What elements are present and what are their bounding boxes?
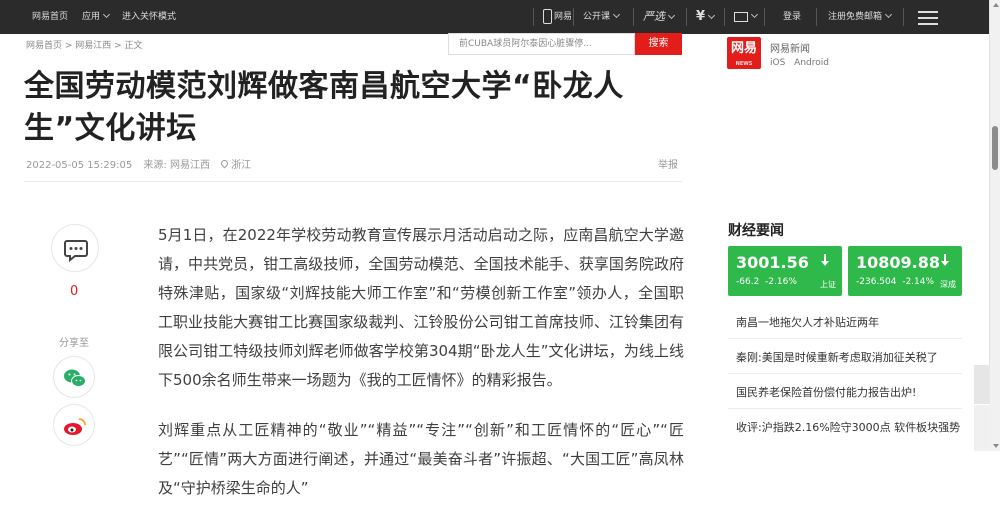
nav-login-link[interactable]: 登录 — [783, 0, 801, 34]
nav-divider — [816, 8, 817, 26]
nav-mobile-label: 网易 — [554, 12, 573, 22]
nav-open-course-label: 公开课 — [583, 12, 611, 22]
nav-apps-label: 应用 — [82, 12, 101, 22]
nav-money-menu[interactable]: ¥ — [696, 0, 716, 34]
stock-value: 10809.88 — [856, 253, 941, 272]
top-nav-bar: 网易首页 应用 进入关怀模式 网易 公开课 严选 ¥ 登录 注册免费邮箱 — [0, 0, 989, 34]
hamburger-menu-icon[interactable] — [918, 11, 938, 25]
app-name[interactable]: 网易新闻 — [770, 40, 810, 55]
stock-change-value: -236.504 — [856, 277, 897, 287]
article-paragraph: 刘辉重点从工匠精神的“敬业”“精益”“专注”“创新”和工匠情怀的“匠心”“匠艺”… — [158, 421, 684, 497]
stock-change-value: -66.2 — [736, 277, 760, 287]
scroll-up-icon[interactable] — [993, 3, 999, 7]
stock-market: 深成 — [940, 280, 956, 289]
nav-mobile-link[interactable]: 网易 — [543, 0, 572, 34]
chevron-down-icon — [102, 10, 111, 19]
scroll-down-icon[interactable] — [993, 444, 999, 448]
news-item[interactable]: 收评:沪指跌2.16%险守3000点 软件板块强势 — [736, 419, 960, 435]
article-paragraph: 5月1日，在2022年学校劳动教育宣传展示月活动启动之际，应南昌航空大学邀请，中… — [158, 226, 684, 389]
stock-value: 3001.56 — [736, 253, 809, 272]
chevron-down-icon — [612, 10, 621, 19]
stock-change-percent: -2.14% — [902, 277, 935, 287]
stock-change: -66.2 -2.16% — [736, 277, 797, 287]
nav-divider — [903, 8, 904, 26]
logo-text: 网易 — [730, 41, 757, 56]
news-item[interactable]: 南昌一地拖欠人才补贴近两年 — [736, 314, 879, 330]
report-link[interactable]: 举报 — [658, 156, 678, 171]
breadcrumb[interactable]: 网易首页 > 网易江西 > 正文 — [26, 38, 143, 51]
nav-divider — [533, 8, 534, 26]
nav-apps-menu[interactable]: 应用 — [82, 0, 111, 34]
divider — [728, 373, 962, 374]
netease-news-logo[interactable]: 网易 NEWS — [727, 37, 761, 69]
stock-change-percent: -2.16% — [765, 277, 797, 287]
nav-yanxuan-label: 严选 — [643, 10, 665, 23]
back-to-top-button[interactable] — [974, 365, 990, 451]
location-pin-icon — [219, 158, 230, 169]
weibo-icon — [64, 418, 86, 435]
share-label: 分享至 — [59, 338, 89, 349]
nav-divider — [686, 8, 687, 26]
nav-divider — [764, 8, 765, 26]
chevron-down-icon — [884, 10, 893, 19]
search-input[interactable]: 前CUBA球员阿尔泰因心脏骤停... — [448, 33, 635, 55]
nav-yanxuan-menu[interactable]: 严选 — [643, 0, 676, 34]
publish-date: 2022-05-05 15:29:05 — [26, 160, 133, 171]
phone-icon — [543, 9, 552, 24]
article-meta: 2022-05-05 15:29:05 来源: 网易江西 浙江 — [26, 156, 267, 171]
nav-register-menu[interactable]: 注册免费邮箱 — [828, 0, 893, 34]
app-platforms[interactable]: iOS Android — [770, 58, 829, 68]
finance-section-title: 财经要闻 — [728, 223, 784, 239]
yen-icon: ¥ — [696, 9, 706, 24]
stock-market: 上证 — [820, 280, 836, 289]
comment-button[interactable] — [51, 224, 99, 272]
stock-change: -236.504 -2.14% — [856, 277, 934, 287]
chevron-down-icon — [667, 11, 676, 20]
nav-care-mode-link[interactable]: 进入关怀模式 — [122, 0, 176, 34]
nav-home-link[interactable]: 网易首页 — [32, 0, 68, 34]
article-location: 浙江 — [219, 158, 259, 171]
mail-icon — [734, 11, 748, 22]
nav-divider — [724, 8, 725, 26]
chevron-down-icon — [750, 10, 759, 19]
search-button[interactable]: 搜索 — [635, 33, 682, 55]
scrollbar-thumb[interactable] — [992, 126, 998, 170]
divider — [728, 338, 962, 339]
article-source[interactable]: 来源: 网易江西 — [143, 160, 210, 171]
news-item[interactable]: 国民养老保险首份偿付能力报告出炉! — [736, 384, 916, 400]
nav-mail-menu[interactable] — [734, 0, 759, 34]
nav-divider — [633, 8, 634, 26]
page-title: 全国劳动模范刘辉做客南昌航空大学“卧龙人生”文化讲坛 — [24, 69, 624, 146]
comment-count[interactable]: 0 — [70, 284, 78, 299]
divider — [24, 181, 682, 182]
nav-open-course-menu[interactable]: 公开课 — [583, 0, 621, 34]
arrow-down-icon — [821, 254, 829, 268]
nav-register-label: 注册免费邮箱 — [828, 12, 883, 22]
page-scrollbar[interactable] — [989, 0, 1000, 451]
back-to-top-segment[interactable] — [974, 365, 990, 405]
share-wechat-button[interactable] — [53, 356, 95, 398]
stock-card-shanghai[interactable]: 3001.56 -66.2 -2.16% 上证 — [728, 246, 842, 296]
chevron-down-icon — [708, 11, 716, 20]
stock-card-shenzhen[interactable]: 10809.88 -236.504 -2.14% 深成 — [848, 246, 962, 296]
nav-divider — [573, 8, 574, 26]
wechat-icon — [64, 369, 86, 387]
divider — [728, 408, 962, 409]
share-weibo-button[interactable] — [53, 404, 95, 446]
location-label: 浙江 — [231, 160, 252, 171]
news-item[interactable]: 秦刚:美国是时候重新考虑取消加征关税了 — [736, 349, 938, 365]
comment-icon — [64, 240, 88, 263]
arrow-down-icon — [941, 254, 949, 268]
logo-subtext: NEWS — [735, 61, 753, 67]
article-body: 5月1日，在2022年学校劳动教育宣传展示月活动启动之际，应南昌航空大学邀请，中… — [158, 221, 684, 524]
